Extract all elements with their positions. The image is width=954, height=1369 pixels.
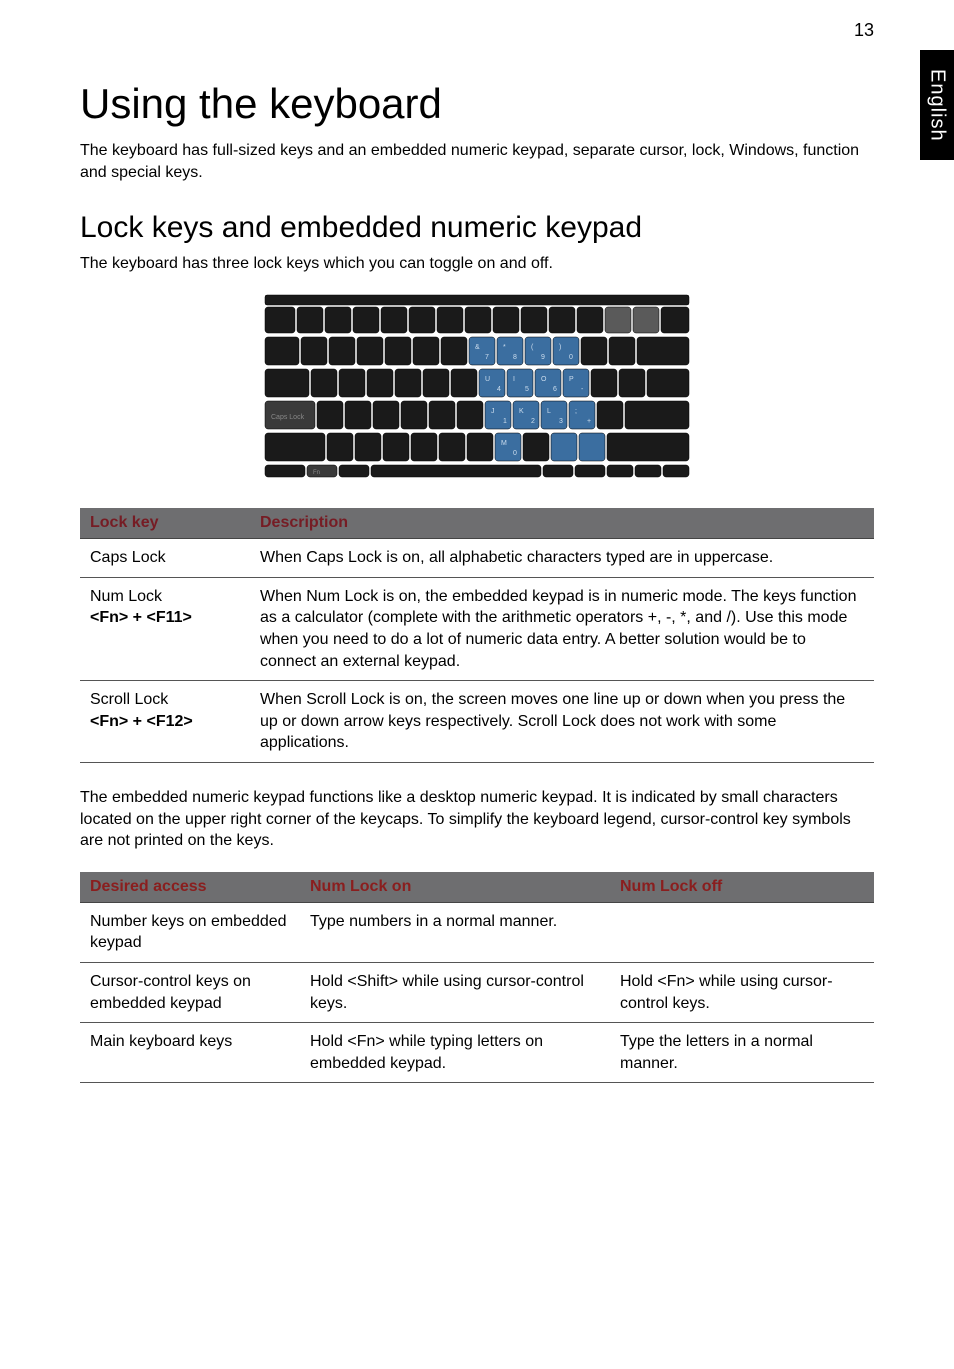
language-tab-label: English (926, 69, 949, 142)
svg-text:M: M (501, 440, 507, 447)
svg-text:U: U (485, 376, 490, 383)
lock-key-desc: When Caps Lock is on, all alphabetic cha… (250, 539, 874, 578)
lock-key-name: Scroll Lock (90, 691, 168, 708)
section-heading: Lock keys and embedded numeric keypad (80, 211, 874, 245)
lock-keys-table: Lock key Description Caps Lock When Caps… (80, 508, 874, 763)
lock-key-combo: <Fn> + <F12> (90, 713, 193, 730)
lock-key-cell: Num Lock <Fn> + <F11> (80, 577, 250, 680)
svg-text:6: 6 (553, 386, 557, 393)
table-row: Main keyboard keys Hold <Fn> while typin… (80, 1023, 874, 1083)
table1-header-description: Description (250, 508, 874, 539)
lock-key-cell: Caps Lock (80, 539, 250, 578)
table2-header-access: Desired access (80, 872, 300, 903)
svg-text:*: * (503, 344, 506, 351)
access-cell: Main keyboard keys (80, 1023, 300, 1083)
svg-text:P: P (569, 376, 574, 383)
table-row: Scroll Lock <Fn> + <F12> When Scroll Loc… (80, 681, 874, 763)
numlock-on-cell: Type numbers in a normal manner. (300, 902, 610, 962)
svg-text:&: & (475, 344, 480, 351)
svg-text:8: 8 (513, 354, 517, 361)
svg-text:7: 7 (485, 354, 489, 361)
lock-key-name: Caps Lock (90, 549, 166, 566)
numlock-off-cell: Type the letters in a normal manner. (610, 1023, 874, 1083)
svg-text:J: J (491, 408, 495, 415)
lock-key-cell: Scroll Lock <Fn> + <F12> (80, 681, 250, 763)
numlock-on-cell: Hold <Shift> while using cursor-control … (300, 962, 610, 1022)
svg-text:L: L (547, 408, 551, 415)
svg-text:Fn: Fn (313, 470, 320, 476)
section-subtext: The keyboard has three lock keys which y… (80, 255, 874, 273)
lock-key-desc: When Scroll Lock is on, the screen moves… (250, 681, 874, 763)
svg-text:0: 0 (569, 354, 573, 361)
svg-text:;: ; (575, 408, 577, 415)
svg-text:I: I (513, 376, 515, 383)
page: 13 English Using the keyboard The keyboa… (0, 0, 954, 1157)
table2-header-numlock-off: Num Lock off (610, 872, 874, 903)
svg-text:9: 9 (541, 354, 545, 361)
table-row: Caps Lock When Caps Lock is on, all alph… (80, 539, 874, 578)
svg-text:2: 2 (531, 418, 535, 425)
table-row: Num Lock <Fn> + <F11> When Num Lock is o… (80, 577, 874, 680)
svg-text:4: 4 (497, 386, 501, 393)
desired-access-table: Desired access Num Lock on Num Lock off … (80, 872, 874, 1084)
svg-text:1: 1 (503, 418, 507, 425)
page-number: 13 (854, 20, 874, 41)
language-tab: English (920, 50, 954, 160)
numlock-on-cell: Hold <Fn> while typing letters on embedd… (300, 1023, 610, 1083)
table-row: Cursor-control keys on embedded keypad H… (80, 962, 874, 1022)
lock-key-desc: When Num Lock is on, the embedded keypad… (250, 577, 874, 680)
numlock-off-cell: Hold <Fn> while using cursor-control key… (610, 962, 874, 1022)
svg-text:0: 0 (513, 450, 517, 457)
svg-text:3: 3 (559, 418, 563, 425)
table1-header-lockkey: Lock key (80, 508, 250, 539)
svg-text:): ) (559, 344, 561, 351)
access-cell: Number keys on embedded keypad (80, 902, 300, 962)
keyboard-illustration: Caps Lock (257, 289, 697, 479)
keyboard-image-container: Caps Lock (80, 289, 874, 484)
lock-key-name: Num Lock (90, 588, 162, 605)
lock-key-combo: <Fn> + <F11> (90, 609, 192, 626)
table-row: Number keys on embedded keypad Type numb… (80, 902, 874, 962)
svg-text:K: K (519, 408, 524, 415)
svg-text:O: O (541, 376, 547, 383)
page-title: Using the keyboard (80, 80, 874, 128)
svg-text:+: + (587, 418, 591, 425)
numlock-off-cell (610, 902, 874, 962)
svg-text:Caps Lock: Caps Lock (271, 414, 305, 421)
embedded-keypad-paragraph: The embedded numeric keypad functions li… (80, 787, 874, 852)
intro-paragraph: The keyboard has full-sized keys and an … (80, 140, 874, 183)
table2-header-numlock-on: Num Lock on (300, 872, 610, 903)
svg-text:5: 5 (525, 386, 529, 393)
access-cell: Cursor-control keys on embedded keypad (80, 962, 300, 1022)
